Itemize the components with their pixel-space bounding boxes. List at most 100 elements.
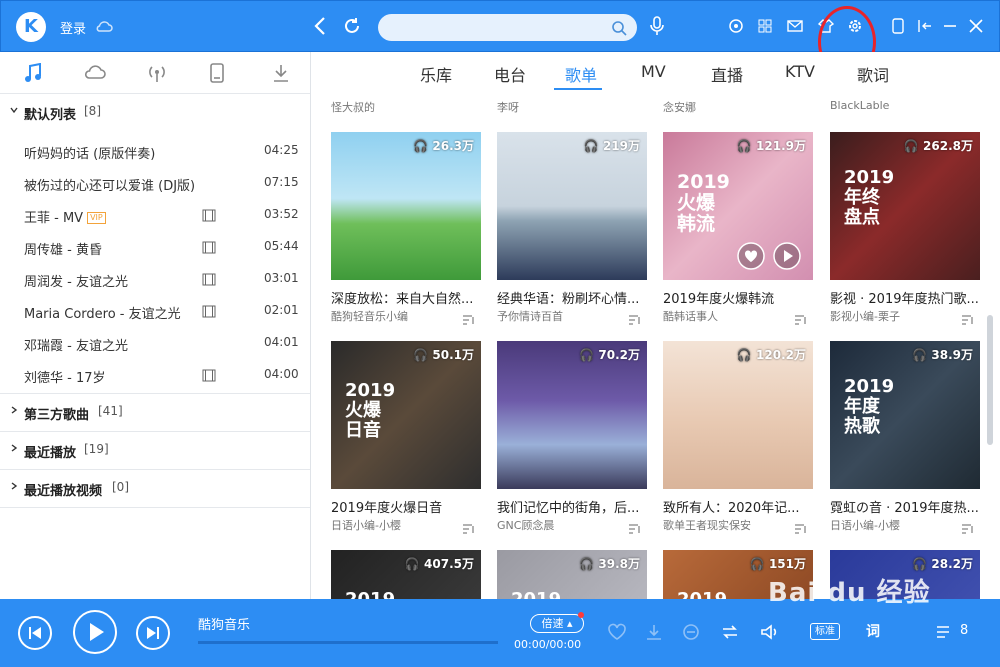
cloud-icon[interactable] <box>84 63 106 85</box>
playlist-author[interactable]: 予你情诗百首 <box>497 308 627 324</box>
login-link[interactable]: 登录 <box>60 18 86 37</box>
playlist-title[interactable]: 霓虹の音 · 2019年度热... <box>830 497 980 516</box>
back-icon[interactable] <box>313 15 327 41</box>
playlist-card[interactable]: 🎧 120.2万 致所有人：2020年记... 歌单王者现实保安 <box>663 341 813 534</box>
playlist-card[interactable]: 🎧 121.9万 2019 火爆 韩流 2019年度火爆韩流 酷韩话事人 <box>663 132 813 325</box>
playlist-cover[interactable]: 🎧 219万 <box>497 132 647 280</box>
song-row[interactable]: 王菲 - MV VIP 03:52 <box>0 200 310 232</box>
song-row[interactable]: 周传雄 - 黄昏 05:44 <box>0 232 310 264</box>
tab-ktv[interactable]: KTV <box>785 62 815 81</box>
playlist-cover[interactable]: 🎧 38.9万 2019 年度 热歌 <box>830 341 980 489</box>
playlist-cover[interactable]: 🎧 26.3万 <box>331 132 481 280</box>
group-third-party[interactable]: 第三方歌曲 [41] <box>0 394 310 432</box>
cloud-icon[interactable] <box>95 18 113 37</box>
playlist-title[interactable]: 2019年度火爆韩流 <box>663 288 813 307</box>
playlist-author[interactable]: 日语小编-小樱 <box>830 517 960 533</box>
game-icon[interactable] <box>728 18 744 38</box>
minimize-icon[interactable] <box>943 18 957 38</box>
kugou-logo[interactable]: K <box>16 12 46 42</box>
song-row[interactable]: 听妈妈的话 (原版伴奏) 04:25 <box>0 136 310 168</box>
heart-icon[interactable] <box>607 623 627 645</box>
collapse-icon[interactable] <box>917 18 933 38</box>
playlist-author[interactable]: 酷韩话事人 <box>663 308 793 324</box>
playlist-author[interactable]: 影视小编-栗子 <box>830 308 960 324</box>
mv-film-icon[interactable] <box>202 305 216 322</box>
playlist-author[interactable]: 歌单王者现实保安 <box>663 517 793 533</box>
device-icon[interactable] <box>209 63 225 87</box>
playlist-card[interactable]: 🎧 26.3万 深度放松：来自大自然... 酷狗轻音乐小编 <box>331 132 481 325</box>
apps-icon[interactable] <box>757 18 773 38</box>
tab-library[interactable]: 乐库 <box>420 62 452 86</box>
repeat-icon[interactable] <box>720 623 740 645</box>
playlist-menu-icon[interactable] <box>628 310 642 329</box>
playlist-author[interactable]: 酷狗轻音乐小编 <box>331 308 461 324</box>
song-row[interactable]: 周润发 - 友谊之光 03:01 <box>0 264 310 296</box>
download-icon[interactable] <box>272 63 290 87</box>
tab-radio[interactable]: 电台 <box>494 62 526 86</box>
mail-icon[interactable] <box>787 18 803 38</box>
music-note-icon[interactable] <box>24 62 42 87</box>
playlist-queue-icon[interactable] <box>935 623 955 645</box>
mv-film-icon[interactable] <box>202 369 216 386</box>
group-recent-play[interactable]: 最近播放 [19] <box>0 432 310 470</box>
playlist-title[interactable]: 2019年度火爆日音 <box>331 497 481 516</box>
search-icon[interactable] <box>611 20 627 36</box>
search-input[interactable] <box>378 14 637 41</box>
block-icon[interactable] <box>682 623 700 645</box>
group-default-list[interactable]: 默认列表 [8] <box>0 94 310 132</box>
playlist-menu-icon[interactable] <box>462 310 476 329</box>
play-icon[interactable] <box>773 242 801 274</box>
quality-button[interactable]: 标准 <box>810 623 840 640</box>
radio-broadcast-icon[interactable] <box>146 63 168 87</box>
playlist-menu-icon[interactable] <box>628 519 642 538</box>
download-icon[interactable] <box>645 623 663 645</box>
song-row[interactable]: 被伤过的心还可以爱谁 (DJ版) 07:15 <box>0 168 310 200</box>
playlist-card[interactable]: 🎧 39.8万 2019 <box>497 550 647 599</box>
playlist-menu-icon[interactable] <box>961 310 975 329</box>
playlist-card[interactable]: 🎧 407.5万 2019 <box>331 550 481 599</box>
playlist-title[interactable]: 影视 · 2019年度热门歌... <box>830 288 980 307</box>
playlist-title[interactable]: 深度放松：来自大自然... <box>331 288 481 307</box>
playlist-author[interactable]: 日语小编-小樱 <box>331 517 461 533</box>
tab-mv[interactable]: MV <box>641 62 666 81</box>
next-button[interactable] <box>136 616 170 650</box>
heart-icon[interactable] <box>737 242 765 274</box>
mv-film-icon[interactable] <box>202 273 216 290</box>
mv-film-icon[interactable] <box>202 241 216 258</box>
previous-button[interactable] <box>18 616 52 650</box>
scrollbar[interactable] <box>987 315 993 445</box>
playlist-title[interactable]: 致所有人：2020年记... <box>663 497 813 516</box>
tab-live[interactable]: 直播 <box>711 62 743 86</box>
playlist-title[interactable]: 经典华语：粉刷坏心情... <box>497 288 647 307</box>
playlist-menu-icon[interactable] <box>462 519 476 538</box>
playlist-cover[interactable]: 🎧 407.5万 2019 <box>331 550 481 599</box>
playlist-title[interactable]: 我们记忆中的街角，后... <box>497 497 647 516</box>
group-recent-video[interactable]: 最近播放视频 [0] <box>0 470 310 508</box>
playlist-menu-icon[interactable] <box>961 519 975 538</box>
playlist-card[interactable]: 🎧 262.8万 2019 年终 盘点 影视 · 2019年度热门歌... 影视… <box>830 132 980 325</box>
playlist-cover[interactable]: 🎧 39.8万 2019 <box>497 550 647 599</box>
playlist-menu-icon[interactable] <box>794 519 808 538</box>
playlist-cover[interactable]: 🎧 262.8万 2019 年终 盘点 <box>830 132 980 280</box>
playlist-card[interactable]: 🎧 219万 经典华语：粉刷坏心情... 予你情诗百首 <box>497 132 647 325</box>
playlist-author[interactable]: GNC顾念晨 <box>497 517 627 533</box>
progress-bar[interactable] <box>198 641 498 644</box>
volume-icon[interactable] <box>760 623 780 645</box>
mini-mode-icon[interactable] <box>891 18 905 38</box>
playlist-card[interactable]: 🎧 70.2万 我们记忆中的街角，后... GNC顾念晨 <box>497 341 647 534</box>
refresh-icon[interactable] <box>343 17 361 39</box>
tab-lyrics[interactable]: 歌词 <box>857 62 889 86</box>
play-button[interactable] <box>73 610 117 654</box>
playlist-card[interactable]: 🎧 38.9万 2019 年度 热歌 霓虹の音 · 2019年度热... 日语小… <box>830 341 980 534</box>
playlist-cover[interactable]: 🎧 50.1万 2019 火爆 日音 <box>331 341 481 489</box>
lyrics-button[interactable]: 词 <box>866 621 880 641</box>
close-icon[interactable] <box>969 18 983 38</box>
song-row[interactable]: Maria Cordero - 友谊之光 02:01 <box>0 296 310 328</box>
song-row[interactable]: 邓瑞霞 - 友谊之光 04:01 <box>0 328 310 360</box>
speed-button[interactable]: 倍速 ▴ <box>530 614 584 633</box>
playlist-cover[interactable]: 🎧 70.2万 <box>497 341 647 489</box>
song-row[interactable]: 刘德华 - 17岁 04:00 <box>0 360 310 392</box>
microphone-icon[interactable] <box>649 15 665 41</box>
tab-playlists[interactable]: 歌单 <box>565 62 597 86</box>
playlist-cover[interactable]: 🎧 120.2万 <box>663 341 813 489</box>
